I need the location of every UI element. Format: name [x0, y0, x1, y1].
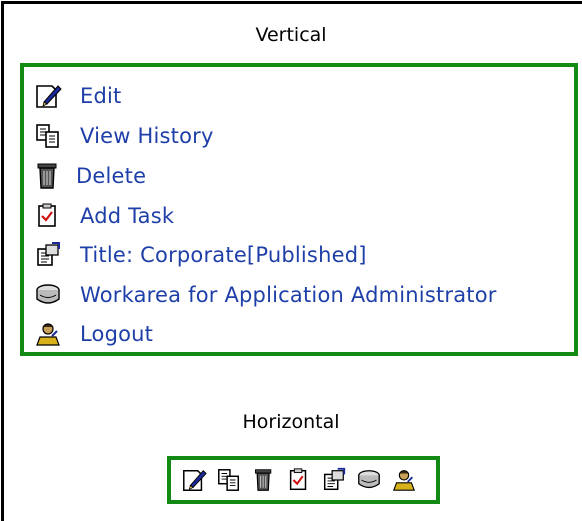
edit-icon [34, 81, 64, 111]
menu-item-workarea[interactable]: Workarea for Application Administrator [34, 280, 497, 310]
menu-item-title[interactable]: Title: Corporate[Published] [34, 240, 367, 270]
menu-item-label: Delete [76, 164, 147, 188]
menu-item-label: Edit [80, 84, 122, 108]
properties-icon [34, 240, 64, 270]
vertical-heading: Vertical [255, 24, 327, 46]
task-icon [34, 201, 64, 231]
logout-icon[interactable] [386, 464, 421, 496]
trash-icon[interactable] [246, 464, 281, 496]
edit-icon[interactable] [176, 464, 211, 496]
history-icon [34, 121, 64, 151]
vertical-menu: Edit View History Delete Add Task Title:… [20, 63, 578, 356]
horizontal-heading: Horizontal [242, 411, 340, 433]
horizontal-menu [167, 456, 440, 504]
menu-item-label: Logout [80, 322, 154, 346]
menu-item-label: Workarea for Application Administrator [80, 283, 497, 307]
menu-item-label: Add Task [80, 204, 175, 228]
menu-item-delete[interactable]: Delete [34, 161, 146, 191]
menu-item-view-history[interactable]: View History [34, 121, 214, 151]
workarea-icon [34, 280, 64, 310]
menu-item-edit[interactable]: Edit [34, 81, 121, 111]
logout-icon [34, 319, 64, 349]
workarea-icon[interactable] [351, 464, 386, 496]
menu-item-logout[interactable]: Logout [34, 319, 153, 349]
task-icon[interactable] [281, 464, 316, 496]
history-icon[interactable] [211, 464, 246, 496]
menu-item-label: View History [80, 124, 214, 148]
menu-item-label: Title: Corporate[Published] [80, 243, 367, 267]
properties-icon[interactable] [316, 464, 351, 496]
menu-item-add-task[interactable]: Add Task [34, 201, 174, 231]
trash-icon [34, 161, 64, 191]
